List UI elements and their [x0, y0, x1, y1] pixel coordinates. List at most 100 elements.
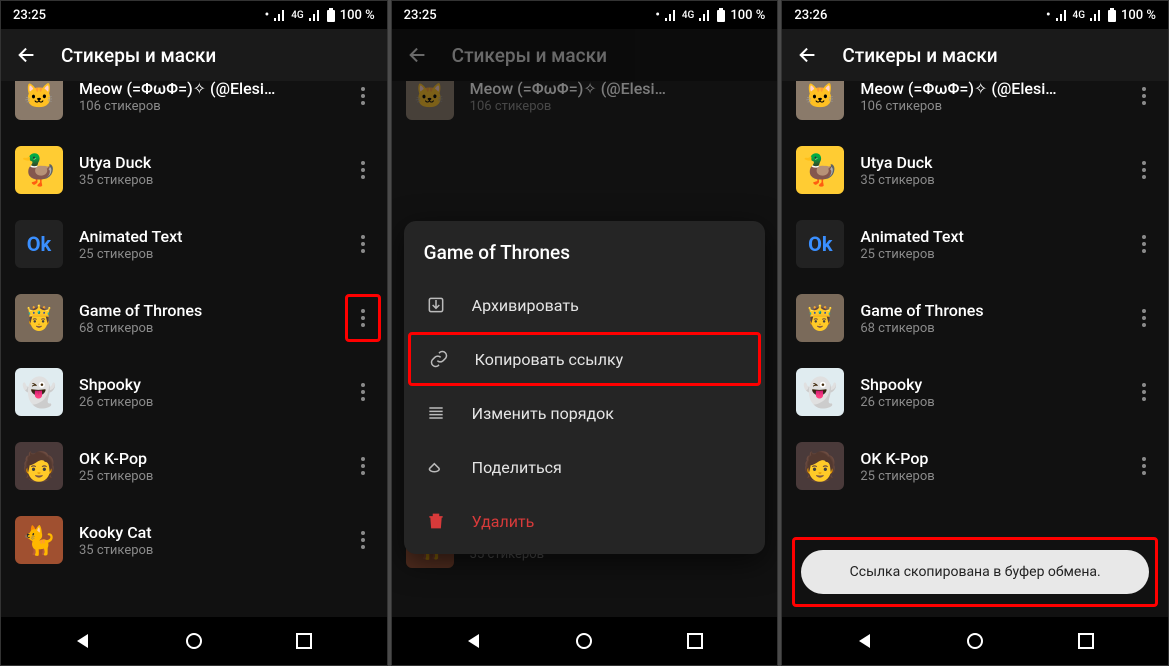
more-button[interactable]	[1126, 220, 1162, 268]
battery-icon	[326, 8, 336, 22]
list-item[interactable]: 🤴 Game of Thrones68 стикеров	[782, 281, 1168, 355]
sticker-avatar: 🐱	[406, 81, 454, 120]
list-item[interactable]: 👻 Shpooky26 стикеров	[1, 355, 387, 429]
menu-delete[interactable]: Удалить	[404, 494, 766, 548]
more-button[interactable]	[345, 220, 381, 268]
list-item[interactable]: 🦆 Utya Duck35 стикеров	[1, 133, 387, 207]
sticker-count: 25 стикеров	[79, 247, 329, 262]
menu-label: Поделиться	[472, 458, 562, 477]
sticker-avatar: 🐈	[15, 516, 63, 564]
sticker-count: 26 стикеров	[79, 395, 329, 410]
nav-home[interactable]	[556, 621, 612, 661]
list-item[interactable]: 🐱 Meow (=ΦωΦ=)✧ (@Elesi…106 стикеров	[1, 81, 387, 133]
nav-back[interactable]	[837, 621, 893, 661]
more-button[interactable]	[345, 442, 381, 490]
sticker-title: Meow (=ΦωΦ=)✧ (@Elesi…	[79, 81, 329, 98]
nav-recent[interactable]	[667, 621, 723, 661]
app-bar: Стикеры и маски	[1, 29, 387, 81]
menu-label: Удалить	[472, 512, 535, 531]
menu-copy-link[interactable]: Копировать ссылку	[408, 332, 762, 386]
status-time: 23:25	[13, 8, 46, 23]
menu-share[interactable]: Поделиться	[404, 440, 766, 494]
list-item[interactable]: Ok Animated Text25 стикеров	[1, 207, 387, 281]
context-menu: Game of Thrones Архивировать Копировать …	[404, 221, 766, 554]
list-item[interactable]: 🐈 Kooky Cat35 стикеров	[1, 503, 387, 577]
more-button[interactable]	[1126, 81, 1162, 120]
nav-bar	[782, 617, 1168, 665]
nav-bar	[392, 617, 778, 665]
toast: Ссылка скопирована в буфер обмена.	[801, 550, 1149, 594]
menu-label: Архивировать	[472, 296, 579, 315]
sticker-count: 106 стикеров	[79, 99, 329, 114]
list-item[interactable]: 🤴 Game of Thrones68 стикеров	[1, 281, 387, 355]
sticker-count: 35 стикеров	[79, 173, 329, 188]
signal-icon-2	[698, 9, 712, 21]
more-button[interactable]	[345, 81, 381, 120]
back-button[interactable]	[400, 37, 436, 73]
status-time: 23:26	[794, 8, 827, 23]
list-item: 🐱 Meow (=ΦωΦ=)✧ (@Elesi…106 стикеров	[392, 81, 778, 133]
network-label: 4G	[291, 10, 304, 21]
nav-recent[interactable]	[276, 621, 332, 661]
more-button[interactable]	[1126, 368, 1162, 416]
status-time: 23:25	[404, 8, 437, 23]
app-bar: Стикеры и маски	[782, 29, 1168, 81]
list-item[interactable]: 🦆 Utya Duck35 стикеров	[782, 133, 1168, 207]
signal-icon	[273, 9, 287, 21]
status-icons: • 4G 100 %	[655, 8, 765, 23]
more-button-highlighted[interactable]	[345, 294, 381, 342]
page-title: Стикеры и маски	[61, 44, 216, 67]
back-button[interactable]	[790, 37, 826, 73]
back-button[interactable]	[9, 37, 45, 73]
signal-icon-2	[308, 9, 322, 21]
sticker-avatar: 🤴	[796, 294, 844, 342]
nav-back[interactable]	[446, 621, 502, 661]
nav-back[interactable]	[55, 621, 111, 661]
nav-recent[interactable]	[1058, 621, 1114, 661]
reorder-icon	[424, 401, 448, 425]
sticker-avatar: 🤴	[15, 294, 63, 342]
list-item[interactable]: 👻 Shpooky26 стикеров	[782, 355, 1168, 429]
more-button[interactable]	[1126, 294, 1162, 342]
more-button[interactable]	[345, 368, 381, 416]
screen-2: 23:25 • 4G 100 % Стикеры и маски 38 стик…	[391, 0, 779, 666]
page-title: Стикеры и маски	[842, 44, 997, 67]
link-icon	[427, 347, 451, 371]
more-button[interactable]	[1126, 146, 1162, 194]
archive-icon	[424, 293, 448, 317]
sticker-list: 38 стикеров 🐱 Meow (=ΦωΦ=)✧ (@Elesi…106 …	[1, 81, 387, 617]
nav-home[interactable]	[166, 621, 222, 661]
toast-highlight: Ссылка скопирована в буфер обмена.	[792, 537, 1158, 607]
sticker-avatar: 🐱	[15, 81, 63, 120]
sticker-title: Animated Text	[79, 227, 329, 246]
menu-label: Копировать ссылку	[475, 350, 624, 369]
status-bar: 23:25 • 4G 100 %	[392, 1, 778, 29]
status-bar: 23:25 • 4G 100 %	[1, 1, 387, 29]
sticker-avatar: 👻	[796, 368, 844, 416]
menu-title: Game of Thrones	[404, 237, 766, 278]
screen-1: 23:25 • 4G 100 % Стикеры и маски 38 стик…	[0, 0, 388, 666]
list-item[interactable]: Ok Animated Text25 стикеров	[782, 207, 1168, 281]
more-button[interactable]	[345, 146, 381, 194]
screen-3: 23:26 • 4G 100 % Стикеры и маски 38 стик…	[781, 0, 1169, 666]
signal-icon	[1055, 9, 1069, 21]
page-title: Стикеры и маски	[452, 44, 607, 67]
status-bar: 23:26 • 4G 100 %	[782, 1, 1168, 29]
sticker-title: Utya Duck	[79, 153, 329, 172]
battery-label: 100 %	[1121, 8, 1156, 23]
list-item[interactable]: 🧑 OK K-Pop25 стикеров	[782, 429, 1168, 503]
sticker-avatar: 🐱	[796, 81, 844, 120]
nav-home[interactable]	[947, 621, 1003, 661]
list-item[interactable]: 🧑 OK K-Pop25 стикеров	[1, 429, 387, 503]
menu-archive[interactable]: Архивировать	[404, 278, 766, 332]
menu-reorder[interactable]: Изменить порядок	[404, 386, 766, 440]
sticker-list-dimmed: 38 стикеров 🐱 Meow (=ΦωΦ=)✧ (@Elesi…106 …	[392, 81, 778, 617]
sticker-avatar: 🧑	[796, 442, 844, 490]
list-item[interactable]: 🐱 Meow (=ΦωΦ=)✧ (@Elesi…106 стикеров	[782, 81, 1168, 133]
more-button[interactable]	[1126, 442, 1162, 490]
sticker-count: 68 стикеров	[79, 321, 329, 336]
sticker-avatar: 🧑	[15, 442, 63, 490]
nav-bar	[1, 617, 387, 665]
sticker-title: OK K-Pop	[79, 449, 329, 468]
more-button[interactable]	[345, 516, 381, 564]
